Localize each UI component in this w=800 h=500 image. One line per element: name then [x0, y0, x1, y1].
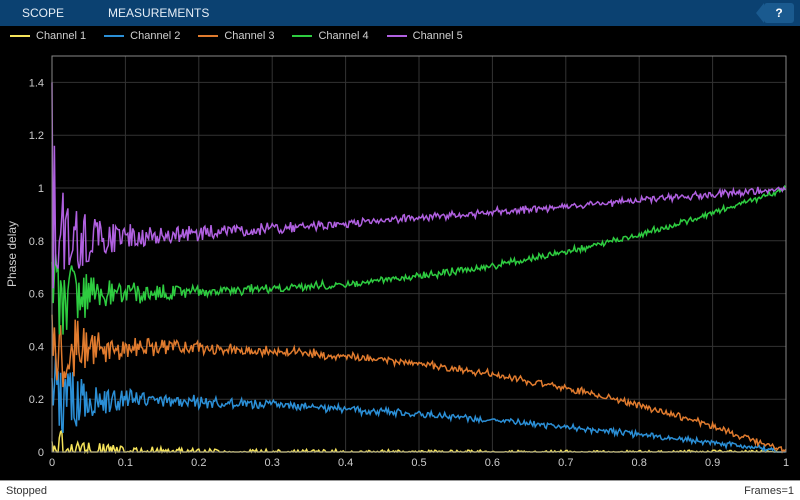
tab-scope[interactable]: SCOPE — [0, 0, 86, 26]
legend-item-2: Channel 2 — [104, 30, 180, 42]
status-bar: Stopped Frames=1 — [0, 480, 800, 500]
legend-item-4: Channel 4 — [292, 30, 368, 42]
legend-label: Channel 4 — [318, 30, 368, 42]
svg-text:0.6: 0.6 — [485, 457, 500, 469]
status-right: Frames=1 — [744, 485, 794, 497]
svg-text:1: 1 — [38, 183, 44, 195]
svg-text:1.2: 1.2 — [29, 130, 44, 142]
svg-text:0.5: 0.5 — [411, 457, 426, 469]
legend-swatch-2 — [104, 35, 124, 37]
svg-text:Phase delay: Phase delay — [5, 221, 19, 287]
legend-swatch-4 — [292, 35, 312, 37]
svg-text:0.8: 0.8 — [29, 236, 44, 248]
svg-text:1.4: 1.4 — [29, 77, 44, 89]
legend-swatch-3 — [198, 35, 218, 37]
legend-label: Channel 3 — [224, 30, 274, 42]
svg-text:0.2: 0.2 — [191, 457, 206, 469]
legend-item-5: Channel 5 — [387, 30, 463, 42]
svg-text:0.3: 0.3 — [265, 457, 280, 469]
plot-area[interactable]: 0 0.2 0.4 0.6 0.8 1 1.2 1.4 0 0.1 0.2 0.3 0.4 0.5 0.6… — [0, 46, 800, 480]
app-window: SCOPE MEASUREMENTS ? Channel 1 Channel 2… — [0, 0, 800, 500]
svg-text:0.2: 0.2 — [29, 394, 44, 406]
menubar: SCOPE MEASUREMENTS ? — [0, 0, 800, 26]
svg-text:0.4: 0.4 — [338, 457, 353, 469]
legend: Channel 1 Channel 2 Channel 3 Channel 4 … — [0, 26, 800, 46]
legend-item-3: Channel 3 — [198, 30, 274, 42]
svg-text:0: 0 — [38, 447, 44, 459]
help-button[interactable]: ? — [764, 3, 794, 23]
svg-text:0.4: 0.4 — [29, 341, 44, 353]
legend-label: Channel 1 — [36, 30, 86, 42]
legend-swatch-5 — [387, 35, 407, 37]
svg-text:0.7: 0.7 — [558, 457, 573, 469]
legend-swatch-1 — [10, 35, 30, 37]
legend-label: Channel 2 — [130, 30, 180, 42]
svg-text:0.1: 0.1 — [118, 457, 133, 469]
svg-text:0.8: 0.8 — [632, 457, 647, 469]
tab-measurements[interactable]: MEASUREMENTS — [86, 0, 231, 26]
svg-text:0.6: 0.6 — [29, 289, 44, 301]
svg-text:0: 0 — [49, 457, 55, 469]
plot-svg: 0 0.2 0.4 0.6 0.8 1 1.2 1.4 0 0.1 0.2 0.3 0.4 0.5 0.6… — [0, 46, 800, 480]
svg-text:1: 1 — [783, 457, 789, 469]
legend-label: Channel 5 — [413, 30, 463, 42]
svg-text:0.9: 0.9 — [705, 457, 720, 469]
status-left: Stopped — [6, 485, 47, 497]
legend-item-1: Channel 1 — [10, 30, 86, 42]
